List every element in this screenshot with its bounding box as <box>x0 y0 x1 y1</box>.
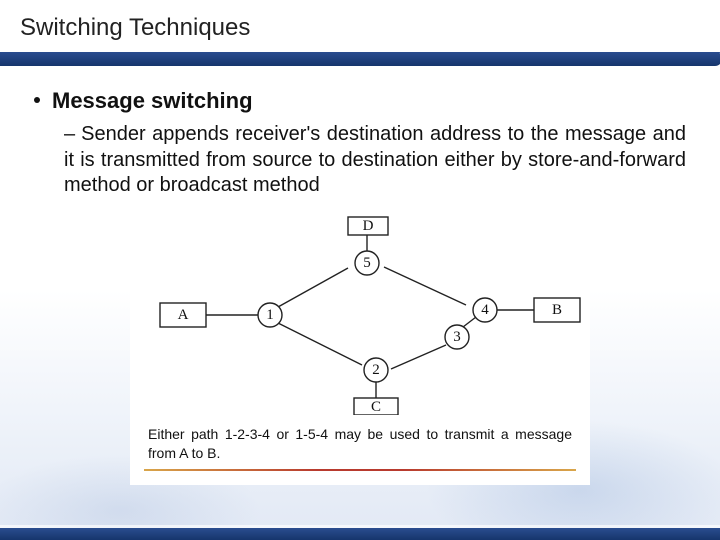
endpoint-C-label: C <box>371 399 381 415</box>
title-area: Switching Techniques <box>0 0 720 68</box>
node-2-label: 2 <box>372 362 380 378</box>
bullet-dot-icon <box>34 97 40 103</box>
title-underline <box>20 48 700 68</box>
edge-1-5 <box>278 268 348 307</box>
figure-caption: Either path 1-2-3-4 or 1-5-4 may be used… <box>148 425 572 463</box>
endpoint-B-label: B <box>552 302 562 318</box>
slide-title: Switching Techniques <box>20 14 700 42</box>
edge-2-3 <box>391 345 446 369</box>
bullet-level-2: –Sender appends receiver's destination a… <box>64 122 686 199</box>
node-5-label: 5 <box>363 255 371 271</box>
endpoint-A-label: A <box>178 307 189 323</box>
network-diagram: A B C D 1 2 3 4 5 <box>130 215 590 415</box>
node-4-label: 4 <box>481 302 489 318</box>
diagram-figure: A B C D 1 2 3 4 5 Either path 1-2 <box>130 215 590 485</box>
edge-3-4 <box>463 317 476 327</box>
title-bar-shape <box>0 52 720 66</box>
edge-5-4 <box>384 267 466 305</box>
figure-caption-rule <box>144 469 576 471</box>
bullet-2-text: Sender appends receiver's destination ad… <box>64 123 686 196</box>
edge-1-2 <box>278 323 362 365</box>
bullet-dash-icon: – <box>64 122 75 148</box>
footer-bar <box>0 528 720 540</box>
slide: Switching Techniques Message switching –… <box>0 0 720 540</box>
bullet-level-1: Message switching <box>34 88 686 114</box>
node-1-label: 1 <box>266 307 274 323</box>
endpoint-D-label: D <box>363 218 374 234</box>
node-3-label: 3 <box>453 329 461 345</box>
bullet-1-text: Message switching <box>52 88 253 113</box>
content-area: Message switching –Sender appends receiv… <box>0 68 720 485</box>
